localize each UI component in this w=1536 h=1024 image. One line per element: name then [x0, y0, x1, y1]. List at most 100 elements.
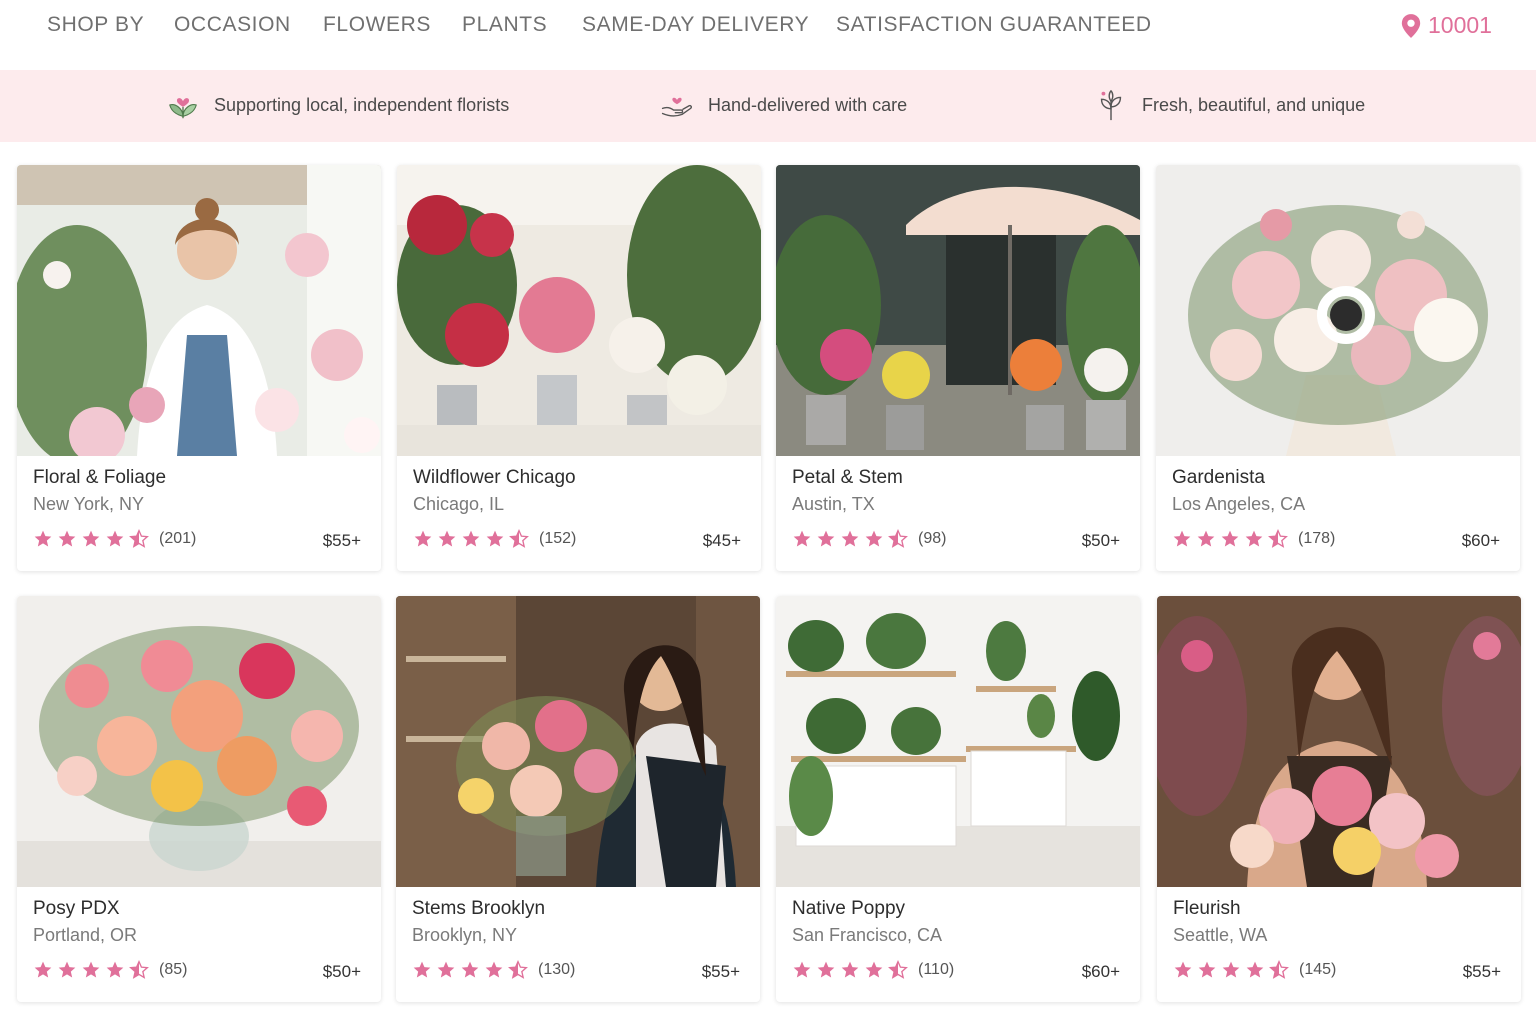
florist-photo: [1156, 165, 1520, 456]
star-full-icon: [106, 961, 124, 978]
heart-leaf-icon: [169, 98, 197, 119]
florist-location: Chicago, IL: [413, 494, 505, 514]
florist-location: Los Angeles, CA: [1172, 494, 1306, 514]
florist-name: Wildflower Chicago: [413, 467, 576, 488]
florist-card[interactable]: Posy PDX Portland, OR (85) $50+: [17, 596, 381, 1002]
starting-price: $50+: [1081, 531, 1120, 550]
star-full-icon: [414, 530, 432, 547]
star-full-icon: [82, 961, 100, 978]
star-full-icon: [1198, 961, 1216, 978]
star-full-icon: [461, 961, 479, 978]
florist-card[interactable]: Petal & Stem Austin, TX (98) $50+: [776, 165, 1140, 571]
star-half-icon: [888, 960, 908, 979]
florist-photo: [397, 165, 761, 456]
zip-code-selector[interactable]: 10001: [1400, 12, 1492, 39]
nav-satisfaction-guaranteed[interactable]: SATISFACTION GUARANTEED: [836, 13, 1152, 37]
star-full-icon: [34, 530, 52, 547]
star-full-icon: [486, 530, 504, 547]
florist-rating: (110): [792, 960, 954, 980]
location-pin-icon: [1401, 13, 1421, 38]
star-full-icon: [841, 530, 859, 547]
florist-card[interactable]: Gardenista Los Angeles, CA (178) $60+: [1156, 165, 1520, 571]
star-full-icon: [1174, 961, 1192, 978]
promo-fresh-unique-text: Fresh, beautiful, and unique: [1142, 94, 1366, 115]
star-full-icon: [841, 961, 859, 978]
florist-name: Petal & Stem: [792, 467, 903, 488]
florist-photo: [17, 596, 381, 887]
star-full-icon: [1221, 530, 1239, 547]
starting-price: $45+: [702, 531, 741, 550]
nav-flowers[interactable]: FLOWERS: [323, 13, 431, 37]
florist-location: New York, NY: [33, 494, 145, 514]
star-full-icon: [58, 530, 76, 547]
florist-card[interactable]: Native Poppy San Francisco, CA (110) $60…: [776, 596, 1140, 1002]
florist-rating: (178): [1172, 529, 1335, 549]
star-full-icon: [1197, 530, 1215, 547]
star-half-icon: [509, 529, 529, 548]
promo-fresh-unique: Fresh, beautiful, and unique: [1094, 88, 1365, 122]
star-half-icon: [1268, 529, 1288, 548]
nav-plants[interactable]: PLANTS: [462, 13, 547, 37]
nav-same-day-delivery[interactable]: SAME-DAY DELIVERY: [582, 13, 809, 37]
review-count: (152): [539, 530, 577, 547]
star-full-icon: [865, 530, 883, 547]
florist-card[interactable]: Fleurish Seattle, WA (145) $55+: [1157, 596, 1521, 1002]
promo-local-florists-text: Supporting local, independent florists: [214, 94, 510, 115]
review-count: (110): [918, 961, 955, 978]
florist-photo: [17, 165, 381, 456]
florist-rating: (201): [33, 529, 196, 549]
star-full-icon: [58, 961, 76, 978]
florist-card[interactable]: Stems Brooklyn Brooklyn, NY (130) $55+: [396, 596, 760, 1002]
florist-location: San Francisco, CA: [792, 925, 943, 945]
star-full-icon: [1222, 961, 1240, 978]
florist-photo: [776, 165, 1140, 456]
florist-card[interactable]: Wildflower Chicago Chicago, IL (152) $45…: [397, 165, 761, 571]
florist-card[interactable]: Floral & Foliage New York, NY (201) $55+: [17, 165, 381, 571]
star-full-icon: [438, 530, 456, 547]
florist-rating: (152): [413, 529, 576, 549]
star-full-icon: [793, 530, 811, 547]
florist-location: Brooklyn, NY: [412, 925, 518, 945]
florist-name: Native Poppy: [792, 898, 906, 919]
florist-location: Seattle, WA: [1173, 925, 1268, 945]
florist-rating: (145): [1173, 960, 1336, 980]
florist-name: Posy PDX: [33, 898, 120, 919]
hand-heart-icon: [661, 97, 692, 117]
florist-location: Austin, TX: [792, 494, 875, 514]
starting-price: $55+: [322, 531, 361, 550]
star-full-icon: [413, 961, 431, 978]
florist-name: Fleurish: [1173, 898, 1241, 919]
star-half-icon: [1269, 960, 1289, 979]
star-half-icon: [129, 529, 149, 548]
review-count: (201): [159, 530, 197, 547]
review-count: (145): [1299, 961, 1337, 978]
star-half-icon: [888, 529, 908, 548]
starting-price: $60+: [1081, 962, 1120, 981]
star-full-icon: [34, 961, 52, 978]
top-navigation: SHOP BY OCCASION FLOWERS PLANTS SAME-DAY…: [0, 0, 1536, 70]
florist-photo: [776, 596, 1140, 887]
review-count: (85): [159, 961, 188, 978]
star-full-icon: [865, 961, 883, 978]
starting-price: $55+: [701, 962, 740, 981]
star-full-icon: [82, 530, 100, 547]
star-full-icon: [1173, 530, 1191, 547]
star-half-icon: [129, 960, 149, 979]
star-half-icon: [508, 960, 528, 979]
florist-photo: [1157, 596, 1521, 887]
promo-hand-delivered-text: Hand-delivered with care: [708, 94, 908, 115]
star-full-icon: [1246, 961, 1264, 978]
sprout-icon: [1100, 89, 1122, 121]
florist-location: Portland, OR: [33, 925, 138, 945]
star-full-icon: [817, 530, 835, 547]
starting-price: $50+: [322, 962, 361, 981]
nav-shop-by[interactable]: SHOP BY: [47, 13, 144, 37]
promo-hand-delivered: Hand-delivered with care: [660, 88, 907, 122]
star-full-icon: [793, 961, 811, 978]
star-full-icon: [1245, 530, 1263, 547]
review-count: (178): [1298, 530, 1336, 547]
nav-occasion[interactable]: OCCASION: [174, 13, 291, 37]
star-full-icon: [817, 961, 835, 978]
star-full-icon: [437, 961, 455, 978]
florist-rating: (85): [33, 960, 187, 980]
